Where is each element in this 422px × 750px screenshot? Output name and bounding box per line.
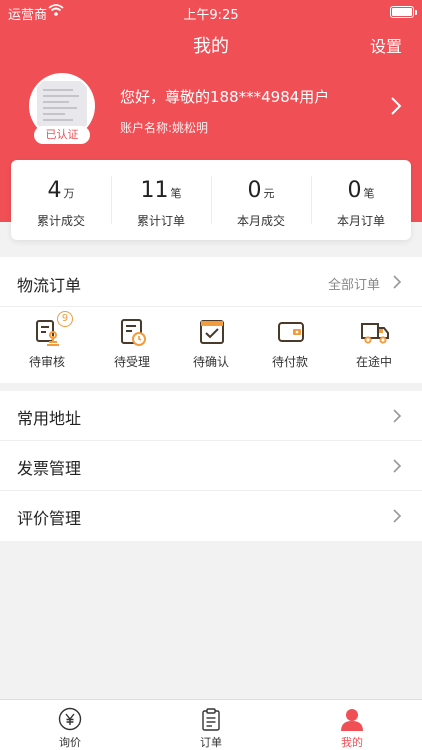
order-status-pending-payment[interactable]: 待付款 — [250, 315, 330, 375]
menu-item-reviews[interactable]: 评价管理 — [0, 491, 422, 541]
stat-label: 累计成交 — [36, 214, 85, 228]
clipboard-icon — [202, 708, 220, 731]
order-status-label: 待受理 — [113, 355, 150, 369]
wallet-icon — [278, 322, 304, 342]
stat-total-orders[interactable]: 11 笔 累计订单 — [111, 160, 211, 240]
order-status-label: 在途中 — [355, 355, 392, 369]
page-title: 我的 — [193, 36, 229, 57]
tab-mine[interactable]: 我的 — [282, 700, 422, 750]
order-status-pending-confirm[interactable]: 待确认 — [171, 315, 251, 375]
stat-month-orders[interactable]: 0笔 本月订单 — [311, 160, 411, 240]
confirm-icon — [200, 320, 224, 344]
chevron-right-icon — [393, 509, 402, 523]
stat-value: 4 — [47, 178, 62, 203]
tab-label: 订单 — [200, 736, 222, 749]
settings-button[interactable]: 设置 — [370, 33, 402, 57]
greeting-text: 您好，尊敬的188***4984用户 — [120, 88, 330, 106]
stat-value: 0 — [347, 178, 362, 203]
menu-item-addresses[interactable]: 常用地址 — [0, 391, 422, 441]
account-name: 账户名称:姚松明 — [120, 121, 209, 135]
stat-month-volume[interactable]: 0元 本月成交 — [211, 160, 311, 240]
menu-list: 常用地址 发票管理 评价管理 — [0, 391, 422, 541]
status-bar: 运营商 上午9:25 — [0, 0, 422, 24]
stat-total-volume[interactable]: 4万 累计成交 — [11, 160, 111, 240]
user-icon — [341, 709, 363, 731]
order-status-pending-accept[interactable]: 待受理 — [92, 315, 172, 375]
menu-item-label: 发票管理 — [17, 459, 82, 478]
tab-label: 我的 — [341, 736, 363, 749]
stat-label: 累计订单 — [136, 214, 185, 228]
stats-card: 4万 累计成交 11 笔 累计订单 0元 本月成交 0笔 本月订单 — [11, 160, 411, 240]
logistics-orders-section: 物流订单 全部订单 9 待审核 待受理 待确认 待付款 在途中 — [0, 257, 422, 383]
section-title: 物流订单 — [17, 276, 82, 295]
chevron-right-icon[interactable] — [390, 96, 402, 116]
stat-label: 本月订单 — [336, 214, 385, 228]
battery-icon — [390, 6, 417, 18]
verified-badge: 已认证 — [34, 126, 90, 144]
stat-unit: 元 — [263, 187, 275, 200]
status-time: 上午9:25 — [183, 8, 239, 23]
accept-icon — [121, 319, 146, 346]
tab-bar: 询价 订单 我的 — [0, 699, 422, 750]
menu-item-label: 评价管理 — [17, 509, 82, 528]
truck-icon — [361, 323, 389, 344]
menu-item-invoices[interactable]: 发票管理 — [0, 441, 422, 491]
stat-unit: 笔 — [170, 187, 182, 200]
orders-header[interactable]: 物流订单 全部订单 — [0, 257, 422, 307]
stat-unit: 笔 — [363, 187, 375, 200]
tab-orders[interactable]: 订单 — [141, 700, 281, 750]
stat-label: 本月成交 — [236, 214, 285, 228]
order-status-label: 待付款 — [271, 355, 308, 369]
tab-label: 询价 — [59, 736, 81, 749]
stat-value: 11 — [140, 178, 169, 203]
order-status-pending-review[interactable]: 9 待审核 — [7, 311, 87, 375]
stat-unit: 万 — [63, 187, 75, 200]
yuan-icon — [58, 707, 82, 731]
stat-value: 0 — [247, 178, 262, 203]
chevron-right-icon — [393, 275, 402, 289]
chevron-right-icon — [393, 409, 402, 423]
order-status-label: 待确认 — [192, 355, 229, 369]
notification-badge: 9 — [57, 311, 73, 327]
all-orders-link[interactable]: 全部订单 — [328, 274, 380, 293]
tab-inquiry[interactable]: 询价 — [0, 700, 140, 750]
chevron-right-icon — [393, 459, 402, 473]
order-status-in-transit[interactable]: 在途中 — [334, 315, 414, 375]
menu-item-label: 常用地址 — [17, 409, 82, 428]
order-status-label: 待审核 — [28, 355, 65, 369]
